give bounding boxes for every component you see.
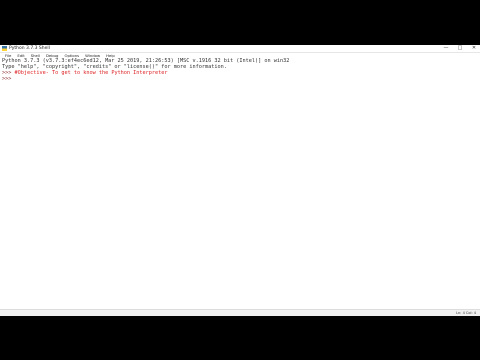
maximize-button[interactable]: □ xyxy=(456,45,464,52)
prompt: >>> xyxy=(2,76,15,82)
active-prompt-line: >>> xyxy=(2,76,15,82)
title-bar[interactable]: Python 3.7.3 Shell — □ ✕ xyxy=(0,45,480,53)
shell-text-area[interactable]: Python 3.7.3 (v3.7.3:ef4ec6ed12, Mar 25 … xyxy=(0,58,480,308)
minimize-button[interactable]: — xyxy=(442,45,450,52)
comment-text: #Objective- To get to know the Python In… xyxy=(14,70,168,76)
status-bar: Ln: 4 Col: 4 xyxy=(0,309,480,316)
window-controls: — □ ✕ xyxy=(442,45,478,52)
cursor-position: Ln: 4 Col: 4 xyxy=(456,311,476,315)
input-line: >>> #Objective- To get to know the Pytho… xyxy=(2,70,168,76)
close-button[interactable]: ✕ xyxy=(470,45,478,52)
window-title: Python 3.7.3 Shell xyxy=(9,46,50,51)
python-logo-icon xyxy=(2,46,7,51)
idle-shell-window: Python 3.7.3 Shell — □ ✕ File Edit Shell… xyxy=(0,45,480,316)
